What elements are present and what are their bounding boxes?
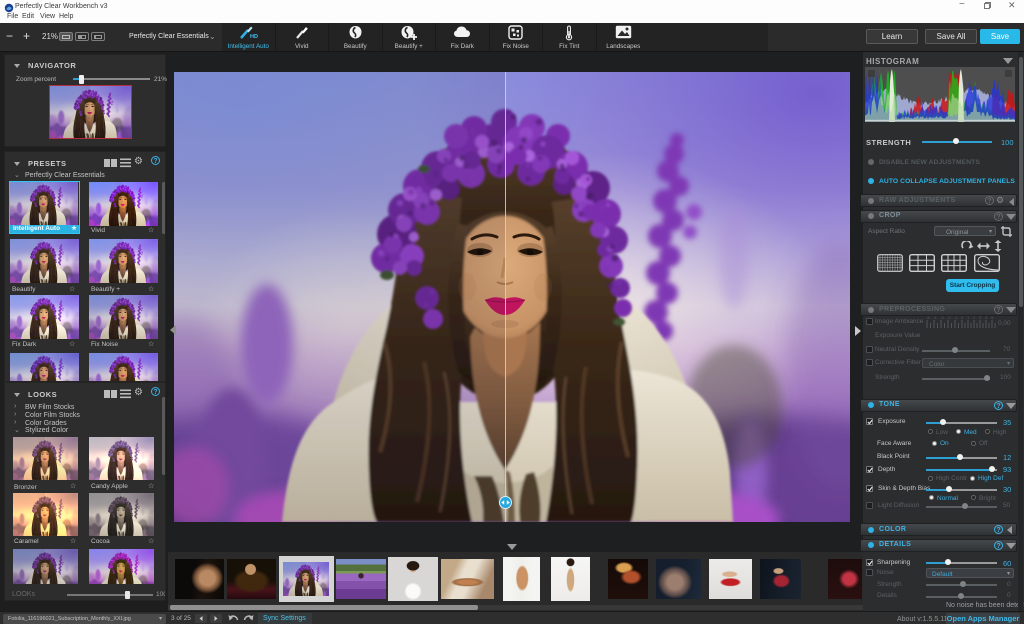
svg-text:-3: -3	[940, 315, 944, 320]
svg-text:3: 3	[979, 315, 982, 320]
svg-text:2: 2	[973, 315, 976, 320]
svg-text:4: 4	[985, 315, 988, 320]
svg-text:-2: -2	[947, 315, 951, 320]
svg-text:5: 5	[991, 315, 994, 320]
svg-text:0: 0	[961, 315, 964, 320]
svg-text:-5: -5	[926, 315, 930, 320]
svg-text:HD: HD	[250, 34, 258, 40]
svg-text:1: 1	[967, 315, 970, 320]
svg-text:-1: -1	[954, 315, 958, 320]
svg-text:-4: -4	[933, 315, 937, 320]
